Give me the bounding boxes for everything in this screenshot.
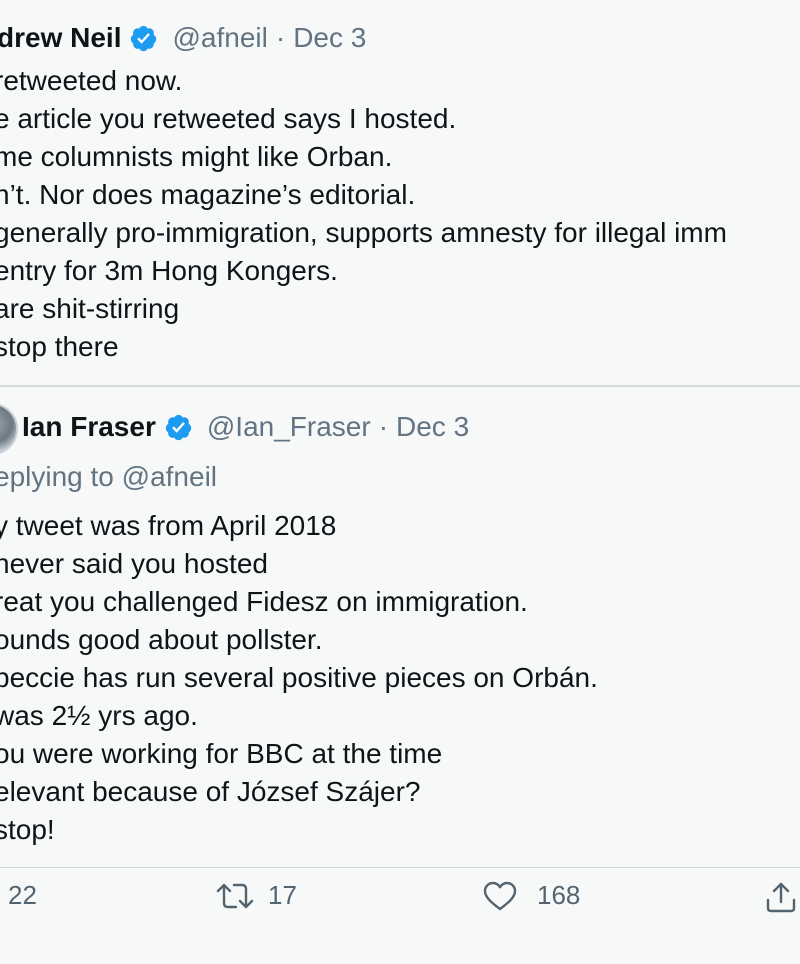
meta-separator: ·	[378, 411, 389, 442]
avatar[interactable]	[0, 403, 18, 455]
tweet-text-line: stop!	[0, 814, 55, 845]
tweet-text-line: stop there	[0, 331, 119, 362]
author-handle[interactable]: @afneil	[172, 22, 267, 54]
heart-icon	[483, 881, 517, 910]
retweet-icon	[216, 883, 254, 908]
verified-badge-icon	[131, 25, 157, 51]
reply-button[interactable]: 22	[8, 880, 37, 911]
meta-separator: ·	[275, 22, 286, 53]
verified-badge-icon	[165, 414, 192, 440]
tweet-date[interactable]: Dec 3	[293, 22, 366, 54]
tweet-text-line: ou were working for BBC at the time	[0, 738, 443, 769]
like-count: 168	[537, 880, 581, 910]
replying-to-label: eplying to	[0, 461, 114, 492]
tweet-text-line: peccie has run several positive pieces o…	[0, 662, 598, 693]
retweet-count: 17	[268, 880, 297, 910]
author-name[interactable]: Ian Fraser	[22, 411, 156, 443]
tweet-text-line: never said you hosted	[0, 548, 268, 579]
tweet-text-line: me columnists might like Orban.	[0, 141, 393, 172]
share-icon	[766, 882, 796, 913]
tweet-date[interactable]: Dec 3	[396, 411, 469, 443]
tweet-ian-fraser[interactable]: Ian Fraser @Ian_Fraser · Dec 3 eplying t…	[0, 387, 800, 947]
tweet-text-line: entry for 3m Hong Kongers.	[0, 255, 338, 286]
tweet-text-line: are shit-stirring	[0, 293, 180, 324]
tweet-text-line: n’t. Nor does magazine’s editorial.	[0, 179, 416, 210]
like-button[interactable]: 168	[483, 880, 580, 911]
author-handle[interactable]: @Ian_Fraser	[207, 411, 371, 443]
author-name[interactable]: drew Neil	[0, 22, 121, 54]
tweet-text-line: y tweet was from April 2018	[0, 510, 337, 541]
tweet-text-line: ounds good about pollster.	[0, 624, 323, 655]
tweet-text-line: generally pro-immigration, supports amne…	[0, 217, 727, 248]
tweet-text-line: was 2½ yrs ago.	[0, 700, 198, 731]
tweet-text-line: reat you challenged Fidesz on immigratio…	[0, 586, 528, 617]
tweet-text-line: e article you retweeted says I hosted.	[0, 103, 457, 134]
actions-divider	[0, 867, 800, 868]
retweet-button[interactable]: 17	[216, 880, 297, 911]
tweet-text-line: retweeted now.	[0, 65, 183, 96]
tweet-header: Ian Fraser @Ian_Fraser · Dec 3	[22, 407, 469, 447]
tweet-text-line: elevant because of József Szájer?	[0, 776, 421, 807]
replying-to-handle[interactable]: @afneil	[122, 461, 217, 492]
tweet-andrew-neil[interactable]: drew Neil @afneil · Dec 3 retweeted now.…	[0, 0, 800, 386]
replying-to: eplying to @afneil	[0, 461, 217, 493]
tweet-header: drew Neil @afneil · Dec 3	[0, 18, 366, 58]
share-button[interactable]	[764, 880, 798, 914]
reply-count: 22	[8, 880, 37, 910]
